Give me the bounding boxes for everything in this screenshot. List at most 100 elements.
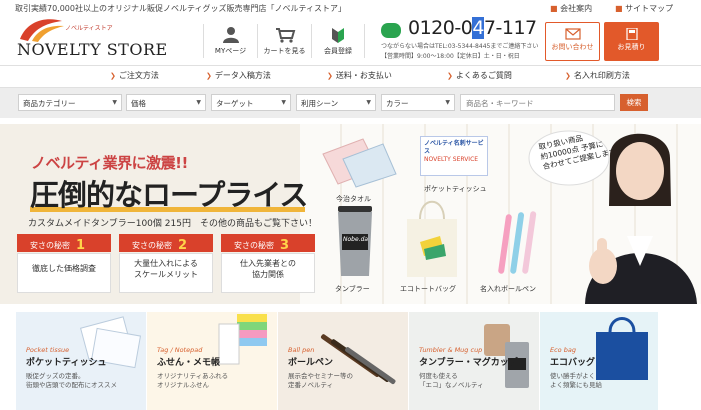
chevron-down-icon: ▼ [281,99,286,106]
contact-button[interactable]: お問い合わせ [545,22,600,61]
category-desc-line: 「エコ」なノベルティ [419,381,484,389]
search-bar: 商品カテゴリー ▼ 価格 ▼ ターゲット ▼ 利用シーン ▼ カラー ▼ 商品名・キーワー… [0,88,701,118]
secret-box-2: 大量仕入れによる スケールメリット [119,253,213,293]
category-pocket-tissue[interactable]: Pocket tissue ポケットティッシュ 販促グッズの定番。 街頭や店頭での… [16,312,146,410]
category-ballpen[interactable]: Ball pen ボールペン 展示会やセミナー等の 定番ノベルティ [278,312,408,410]
category-desc-line: 街頭や店頭での配布にオススメ [26,381,117,389]
category-ja: タンブラー・マグカップ [419,358,518,368]
ballpen-image [498,211,537,274]
category-desc-line: オリジナリティあふれる [157,372,229,380]
card-sub: NOVELTY SERVICE [424,156,479,163]
hero-subtitle: ノベルティ業界に激震!! [31,154,188,172]
category-en: Eco bag [550,346,576,354]
category-desc: 販促グッズの定番。 街頭や店頭での配布にオススメ [26,372,117,390]
category-en: Pocket tissue [26,346,70,354]
category-desc-line: 何度も使える [419,372,458,380]
secret-number: 3 [280,238,290,253]
category-desc-line: よく頻繁にも見給 [550,381,602,389]
secret-label: 安さの秘密 [132,241,172,250]
towel-label: 今治タオル [336,195,371,203]
tissue-card-image: ノベルティ名刺サービス NOVELTY SERVICE [420,136,488,176]
category-en: Tumbler & Mug cup [419,346,483,354]
mug-image [484,324,529,388]
nav-order-method[interactable]: ❯ ご注文方法 [110,70,159,84]
chevron-right-icon: ❯ [447,72,453,80]
hero-banner[interactable]: ノベルティ業界に激震!! 圧倒的なロープライス カスタムメイドタンブラー100個… [0,124,701,304]
category-select[interactable]: 商品カテゴリー ▼ [18,94,122,111]
category-select-value: 商品カテゴリー [23,99,76,108]
phone-note-line-1: つながらない場合はTEL:03-5344-8445までご連絡下さい [381,43,539,50]
nav-data-submission[interactable]: ❯ データ入稿方法 [206,70,271,84]
secret-label: 安さの秘密 [234,241,274,250]
nav-shipping-payment[interactable]: ❯ 送料・お支払い [327,70,392,84]
logo-subtitle: ノベルティストア [65,25,113,32]
chevron-down-icon: ▼ [196,99,201,106]
secret-number: 1 [76,238,86,253]
search-button[interactable]: 検索 [620,94,648,111]
logo-text[interactable]: NOVELTY STORE [17,40,168,59]
secret-text: 徹底した価格調査 [32,264,96,273]
tumbler-print: Nobe.da [343,236,369,243]
company-link[interactable]: ■ 会社案内 [550,3,592,14]
mypage-label: MYページ [214,47,247,55]
phone-note-line-2: 【営業時間】9:00～18:00【定休日】土・日・祝日 [381,53,520,60]
secret-label: 安さの秘密 [30,241,70,250]
contact-label: お問い合わせ [551,43,594,51]
secret-number: 2 [178,238,188,253]
category-desc-line: 展示会やセミナー等の [288,372,353,380]
secret-text: スケールメリット [134,270,198,279]
tote-bag-image [407,200,457,277]
scene-select-value: 利用シーン [301,99,339,108]
chevron-right-icon: ■ [550,4,558,13]
freedial-icon [381,23,401,38]
secret-text: 協力関係 [252,270,284,279]
category-desc-line: 販促グッズの定番。 [26,372,85,380]
target-select[interactable]: ターゲット ▼ [211,94,291,111]
secret-badge-3: 安さの秘密 3 [221,234,315,253]
phone-suffix: 7-117 [483,17,537,39]
company-link-label: 会社案内 [560,4,593,13]
category-desc: 何度も使える 「エコ」なノベルティ [419,372,484,390]
tote-label: エコトートバッグ [400,285,456,293]
phone-number[interactable]: 0120-047-117 [408,17,537,39]
keyword-input[interactable]: 商品名・キーワード [460,94,615,111]
nav-data-submission-label: データ入稿方法 [214,71,271,80]
secret-badge-2: 安さの秘密 2 [119,234,213,253]
header-tagline: 取引実績70,000社以上のオリジナル販促ノベルティグッズ販売専門店「ノベルティ… [15,4,347,13]
secret-box-1: 徹底した価格調査 [17,253,111,293]
secret-badge-1: 安さの秘密 1 [17,234,111,253]
nav-faq[interactable]: ❯ よくあるご質問 [447,70,512,84]
category-tumbler-mug[interactable]: Tumbler & Mug cup タンブラー・マグカップ 何度も使える 「エコ」… [409,312,539,410]
sitemap-link-label: サイトマップ [625,4,674,13]
page-root: { "header": { "tagline": "取引実績70,000社以上の… [0,0,701,410]
mypage-button[interactable]: MYページ [203,24,257,58]
category-desc: 展示会やセミナー等の 定番ノベルティ [288,372,353,390]
cart-button[interactable]: カートを見る [257,24,311,58]
category-desc: オリジナリティあふれる オリジナルふせん [157,372,228,390]
category-eco-bag[interactable]: Eco bag エコバッグ 使い勝手がよく よく頻繁にも見給 [540,312,658,410]
price-select[interactable]: 価格 ▼ [126,94,206,111]
hero-description: カスタムメイドタンブラー100個 215円 その他の商品もご覧下さい！ [28,219,317,229]
register-button[interactable]: 会員登録 [311,24,365,58]
chevron-right-icon: ❯ [565,72,571,80]
cart-icon [275,28,295,43]
category-ja: ボールペン [288,358,334,368]
chevron-right-icon: ❯ [110,72,116,80]
nav-printing-method-label: 名入れ印刷方法 [573,71,630,80]
hero-title: 圧倒的なロープライス [30,178,308,212]
scene-select[interactable]: 利用シーン ▼ [296,94,376,111]
sticky-notes-image [218,314,267,365]
user-icon [222,27,239,43]
color-select[interactable]: カラー ▼ [381,94,455,111]
category-en: Tag / Notepad [157,346,203,354]
card-text: ノベルティ名刺サービス [424,140,484,155]
category-sticky-notes[interactable]: Tag / Notepad ふせん・メモ帳 オリジナリティあふれる オリジナルふせ… [147,312,277,410]
chevron-down-icon: ▼ [445,99,450,106]
main-nav: ❯ ご注文方法 ❯ データ入稿方法 ❯ 送料・お支払い ❯ よくあるご質問 ❯ 名入れ印刷… [0,65,701,88]
sitemap-link[interactable]: ■ サイトマップ [615,3,673,14]
quote-button[interactable]: お見積り [604,22,659,61]
secret-box-3: 仕入先業者との 協力関係 [221,253,315,293]
member-icon [332,28,344,43]
tumbler-label: タンブラー [335,285,370,293]
nav-printing-method[interactable]: ❯ 名入れ印刷方法 [565,70,630,84]
